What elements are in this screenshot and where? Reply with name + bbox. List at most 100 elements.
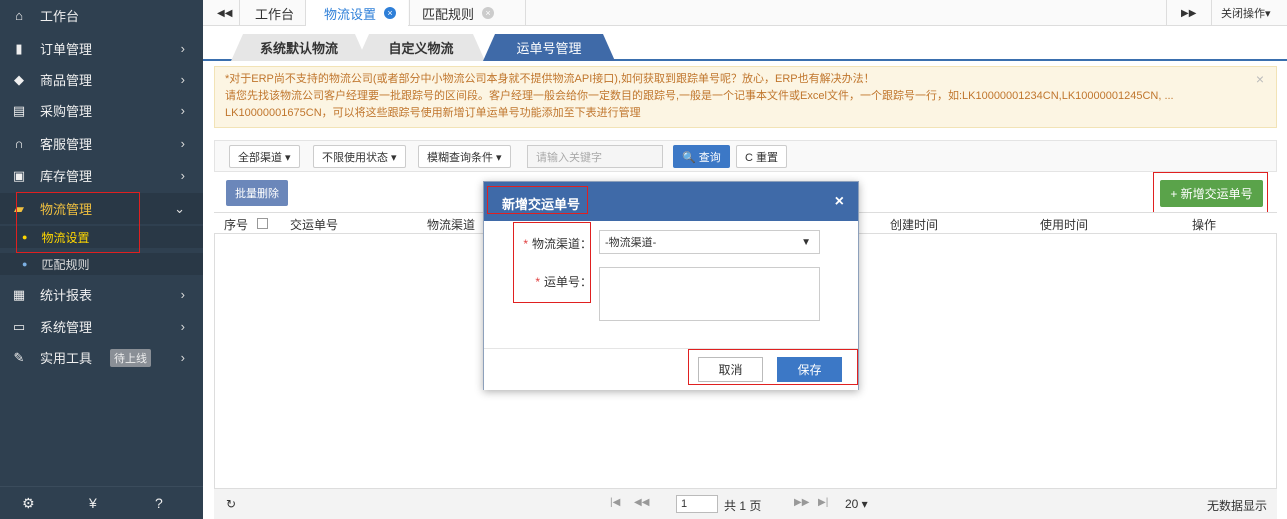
close-icon[interactable]: × [835, 193, 844, 211]
report-icon: ▦ [12, 286, 26, 302]
column-header-actions: 操作 [1192, 218, 1217, 232]
first-page-icon[interactable]: |◀ [610, 497, 620, 508]
filter-bar: 全部渠道 ▾ 不限使用状态 ▾ 模糊查询条件 ▾ 请输入关键字 🔍 查询 C 重… [214, 140, 1277, 172]
sidebar-item-label: 订单管理 [40, 42, 93, 57]
add-tracking-number-button[interactable]: + 新增交运单号 [1160, 180, 1263, 207]
notice-panel: *对于ERP尚不支持的物流公司(或者部分中小物流公司本身就不提供物流API接口)… [214, 66, 1277, 128]
monitor-icon: ▭ [12, 318, 26, 334]
tab-workbench[interactable]: 工作台 [255, 0, 294, 26]
refresh-icon[interactable]: ↻ [226, 497, 236, 511]
tab-logistics-settings[interactable]: 物流设置 × [306, 0, 409, 26]
tab-tracking-number-management[interactable]: 运单号管理 [483, 34, 615, 61]
chevron-right-icon: › [180, 350, 185, 365]
sidebar-item-workbench[interactable]: ⌂ 工作台 [0, 0, 203, 31]
home-icon: ⌂ [15, 8, 23, 23]
sidebar-item-orders[interactable]: ▮ 订单管理 › [0, 33, 203, 64]
tracking-number-label: * 运单号： [512, 273, 592, 290]
tab-system-default-logistics[interactable]: 系统默认物流 [231, 34, 367, 61]
sidebar-subitem-label: 物流设置 [41, 230, 90, 245]
sidebar-item-products[interactable]: ◆ 商品管理 › [0, 64, 203, 95]
close-operations-menu[interactable]: 关闭操作▾ [1221, 0, 1271, 26]
sidebar-item-customer-service[interactable]: ∩ 客服管理 › [0, 128, 203, 159]
cart-icon: ▤ [12, 102, 26, 118]
next-page-icon[interactable]: ▶▶ [794, 497, 809, 508]
keyword-search-input[interactable]: 请输入关键字 [527, 145, 663, 168]
tabs-back-icon[interactable]: ◀◀ [217, 0, 232, 26]
sidebar-subitem-logistics-settings[interactable]: ● 物流设置 [0, 226, 203, 248]
divider [525, 0, 526, 26]
column-header-index: 序号 [224, 218, 249, 232]
last-page-icon[interactable]: ▶| [818, 497, 828, 508]
tab-label: 物流设置 [324, 6, 377, 22]
sub-tabs: 系统默认物流 自定义物流 运单号管理 [203, 26, 1287, 61]
yen-icon[interactable]: ¥ [89, 495, 97, 511]
page-number-input[interactable]: 1 [676, 495, 718, 513]
sidebar-item-logistics[interactable]: ▰ 物流管理 ⌄ [0, 193, 203, 224]
sidebar-item-label: 库存管理 [40, 169, 93, 184]
tab-custom-logistics[interactable]: 自定义物流 [357, 34, 485, 61]
sidebar-item-reports[interactable]: ▦ 统计报表 › [0, 279, 203, 310]
chevron-down-icon: ⌄ [174, 200, 185, 216]
sidebar-item-label: 工作台 [40, 9, 80, 24]
bullet-icon: ● [22, 232, 28, 242]
fuzzy-query-dropdown[interactable]: 模糊查询条件 ▾ [418, 145, 511, 168]
pagination-bar: ↻ |◀ ◀◀ 1 共 1 页 ▶▶ ▶| 20 ▾ 无数据显示 [214, 488, 1277, 519]
close-icon[interactable]: × [482, 7, 495, 19]
chevron-right-icon: › [180, 136, 185, 151]
chevron-right-icon: › [180, 41, 185, 56]
chevron-right-icon: › [180, 168, 185, 183]
add-tracking-number-dialog: 新增交运单号 × * 物流渠道： -物流渠道- ▼ * 运单号： 取消 保存 [483, 181, 859, 390]
tab-match-rules[interactable]: 匹配规则 × [410, 0, 506, 26]
settings-icon[interactable]: ⚙ [22, 495, 35, 512]
notice-line: LK10000001675CN，可以将这些跟踪号使用新增订单运单号功能添加至下表… [225, 107, 641, 119]
status-filter-dropdown[interactable]: 不限使用状态 ▾ [313, 145, 406, 168]
tabs-forward-icon[interactable]: ▶▶ [1181, 0, 1196, 26]
column-header-created-time: 创建时间 [890, 218, 939, 232]
notice-line: 请您先找该物流公司客户经理要一批跟踪号的区间段。客户经理一般会给你一定数目的跟踪… [225, 90, 1174, 102]
sidebar-item-label: 商品管理 [40, 73, 93, 88]
close-icon[interactable]: × [384, 7, 397, 19]
chevron-right-icon: › [180, 287, 185, 302]
required-mark: * [535, 275, 540, 289]
required-mark: * [523, 237, 528, 251]
batch-delete-button[interactable]: 批量删除 [226, 180, 288, 206]
sidebar-subitem-match-rules[interactable]: ● 匹配规则 [0, 253, 203, 275]
sidebar-item-system[interactable]: ▭ 系统管理 › [0, 311, 203, 342]
sidebar-subitem-label: 匹配规则 [41, 257, 90, 272]
sidebar-item-inventory[interactable]: ▣ 库存管理 › [0, 160, 203, 191]
column-header-used-time: 使用时间 [1040, 218, 1089, 232]
select-all-checkbox[interactable] [257, 216, 268, 230]
sidebar-item-tools[interactable]: ✎ 实用工具 待上线 › [0, 342, 203, 373]
dialog-title: 新增交运单号 [502, 197, 581, 212]
column-header-channel: 物流渠道 [427, 218, 476, 232]
chevron-right-icon: › [180, 319, 185, 334]
sidebar-item-purchasing[interactable]: ▤ 采购管理 › [0, 95, 203, 126]
divider [1211, 0, 1212, 26]
save-button[interactable]: 保存 [777, 357, 842, 382]
no-data-label: 无数据显示 [1207, 499, 1268, 513]
prev-page-icon[interactable]: ◀◀ [634, 497, 649, 508]
sidebar: ⌂ 工作台 ▮ 订单管理 › ◆ 商品管理 › ▤ 采购管理 › ∩ 客服管理 … [0, 0, 203, 519]
close-icon[interactable]: × [1256, 71, 1264, 88]
reset-button[interactable]: C 重置 [736, 145, 787, 168]
coming-soon-badge: 待上线 [110, 348, 152, 367]
divider [1166, 0, 1167, 26]
cancel-button[interactable]: 取消 [698, 357, 763, 382]
divider [239, 0, 240, 26]
selected-value: -物流渠道- [605, 237, 657, 249]
tab-label: 匹配规则 [422, 6, 475, 22]
caret-down-icon: ▼ [801, 236, 811, 248]
inbox-icon: ▣ [12, 167, 26, 183]
logistics-channel-select[interactable]: -物流渠道- ▼ [599, 230, 820, 254]
channel-filter-dropdown[interactable]: 全部渠道 ▾ [229, 145, 300, 168]
page-size-select[interactable]: 20 ▾ [845, 497, 868, 511]
sidebar-item-label: 实用工具 [40, 351, 93, 366]
column-header-tracking-number: 交运单号 [290, 218, 339, 232]
notice-line: *对于ERP尚不支持的物流公司(或者部分中小物流公司本身就不提供物流API接口)… [225, 73, 875, 85]
bullet-icon: ● [22, 259, 28, 269]
help-icon[interactable]: ? [155, 495, 163, 511]
tracking-number-input[interactable] [599, 267, 820, 321]
sidebar-item-label: 采购管理 [40, 104, 93, 119]
tab-bar: ◀◀ 工作台 物流设置 × 匹配规则 × ▶▶ 关闭操作▾ [203, 0, 1287, 26]
query-button[interactable]: 🔍 查询 [673, 145, 730, 168]
